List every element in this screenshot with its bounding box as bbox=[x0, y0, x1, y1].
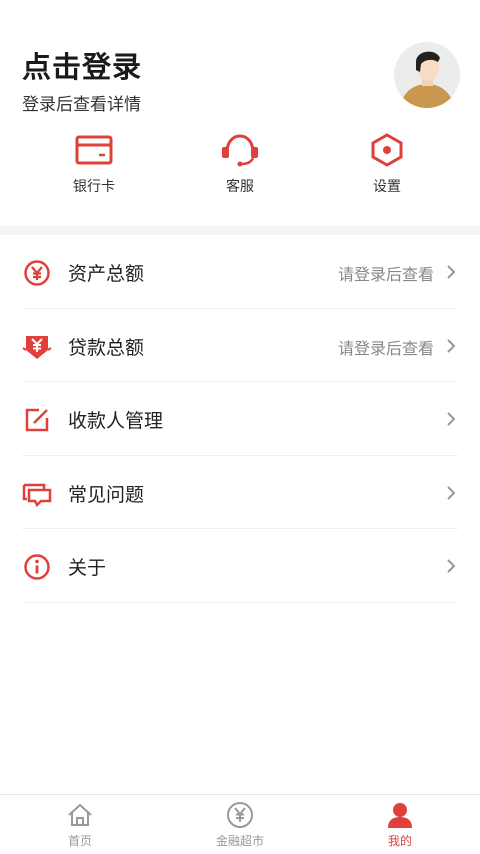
shortcut-label: 银行卡 bbox=[73, 179, 115, 195]
chat-bubbles-icon bbox=[22, 479, 52, 509]
settings-hexagon-icon bbox=[367, 130, 407, 170]
tab-finance-market[interactable]: 金融超市 bbox=[160, 795, 320, 854]
menu-item-total-assets[interactable]: 资产总额 请登录后查看 bbox=[22, 235, 458, 309]
edit-square-icon bbox=[22, 405, 52, 435]
shortcut-bank-card[interactable]: 银行卡 bbox=[44, 130, 144, 206]
headset-icon bbox=[220, 130, 260, 170]
chevron-right-icon bbox=[447, 338, 456, 353]
menu-item-hint: 请登录后查看 bbox=[337, 338, 434, 358]
menu-item-payee-management[interactable]: 收款人管理 bbox=[22, 382, 458, 456]
bottom-tab-bar: 首页 金融超市 我的 bbox=[0, 794, 480, 854]
shortcut-label: 客服 bbox=[226, 179, 254, 195]
tab-label: 我的 bbox=[387, 834, 412, 848]
login-title[interactable]: 点击登录 bbox=[22, 44, 142, 86]
login-subtitle: 登录后查看详情 bbox=[22, 95, 141, 115]
menu-item-label: 关于 bbox=[68, 557, 107, 579]
menu-item-faq[interactable]: 常见问题 bbox=[22, 456, 458, 529]
tab-mine[interactable]: 我的 bbox=[320, 795, 480, 854]
menu-item-about[interactable]: 关于 bbox=[22, 529, 458, 603]
yen-coin-icon bbox=[226, 802, 254, 828]
info-circle-icon bbox=[22, 552, 52, 582]
avatar[interactable] bbox=[394, 42, 460, 108]
chevron-right-icon bbox=[447, 265, 456, 279]
shortcut-customer-service[interactable]: 客服 bbox=[190, 130, 290, 206]
menu-item-label: 常见问题 bbox=[68, 483, 145, 506]
menu-item-label: 收款人管理 bbox=[68, 410, 164, 432]
menu-item-total-loans[interactable]: 贷款总额 请登录后查看 bbox=[22, 309, 458, 382]
shortcut-row: 银行卡 客服 设置 bbox=[0, 130, 480, 210]
tab-label: 金融超市 bbox=[215, 834, 264, 848]
shortcut-settings[interactable]: 设置 bbox=[337, 130, 437, 206]
chevron-right-icon bbox=[447, 412, 456, 426]
home-icon bbox=[66, 802, 94, 828]
tab-label: 首页 bbox=[67, 834, 92, 848]
yen-circle-icon bbox=[22, 258, 52, 288]
menu-item-label: 资产总额 bbox=[68, 263, 145, 285]
bank-card-icon bbox=[74, 130, 114, 170]
menu-item-label: 贷款总额 bbox=[68, 336, 145, 359]
section-divider bbox=[0, 226, 480, 235]
menu-list: 资产总额 请登录后查看 贷款总额 请登录后查看 收款人管理 常见问题 关于 bbox=[0, 235, 480, 603]
yen-shield-icon bbox=[22, 332, 52, 362]
chevron-right-icon bbox=[447, 559, 456, 573]
menu-item-hint: 请登录后查看 bbox=[337, 265, 434, 284]
shortcut-label: 设置 bbox=[373, 179, 401, 195]
chevron-right-icon bbox=[447, 485, 456, 500]
profile-header: 点击登录 登录后查看详情 银行卡 客服 设置 bbox=[0, 0, 480, 226]
user-icon bbox=[386, 802, 414, 828]
tab-home[interactable]: 首页 bbox=[0, 795, 160, 854]
default-user-avatar-icon bbox=[394, 42, 460, 108]
